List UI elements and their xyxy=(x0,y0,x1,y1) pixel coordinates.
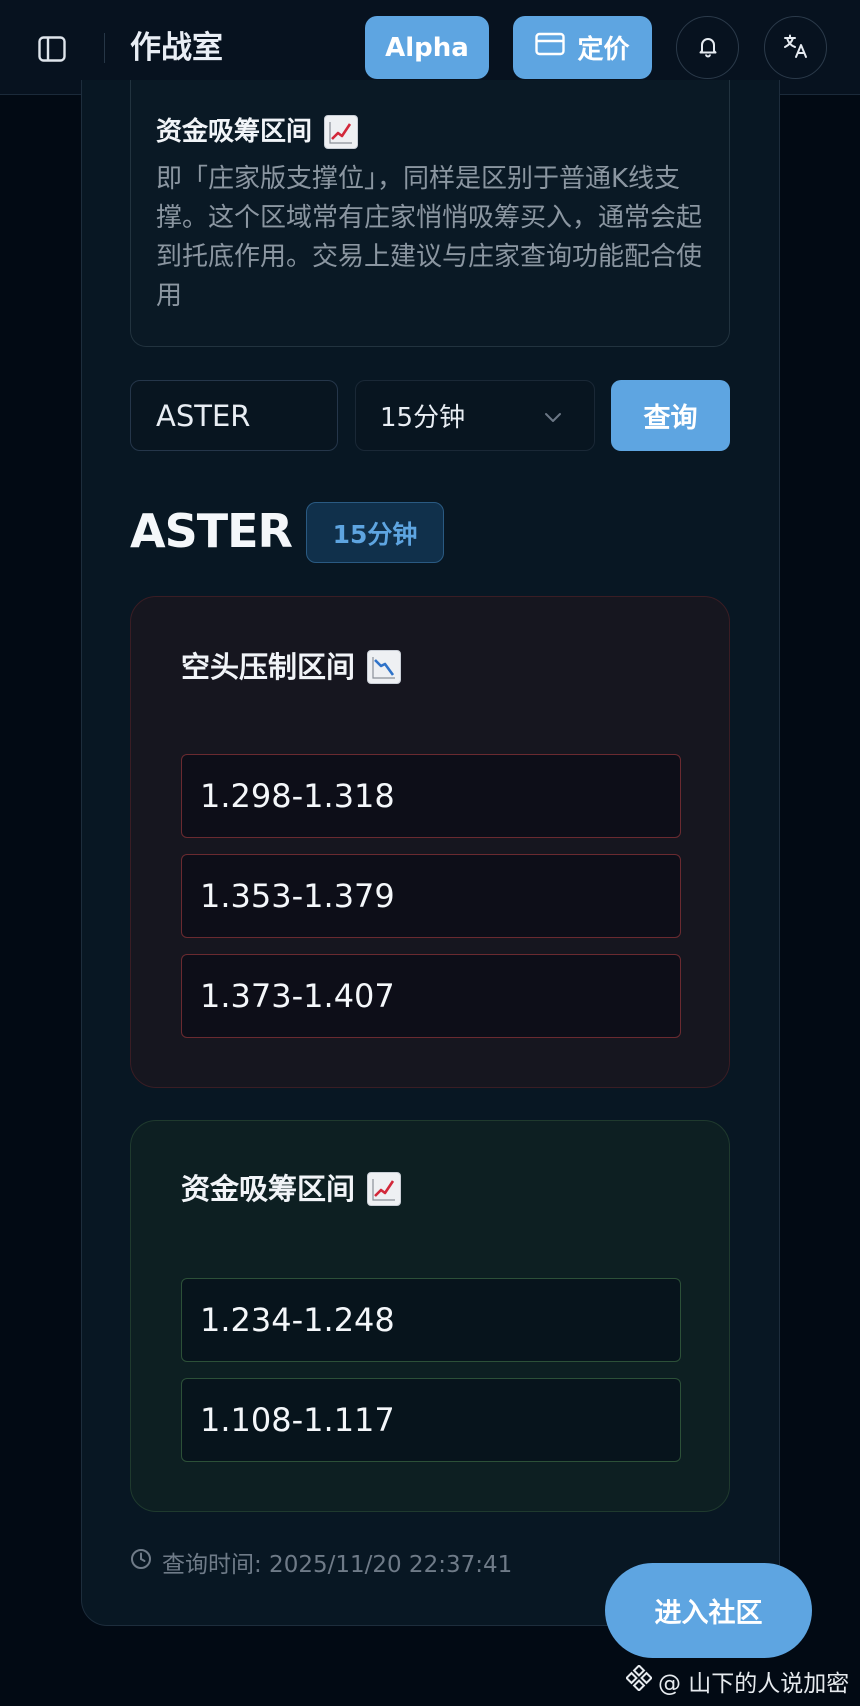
bear-zone-title: 空头压制区间 xyxy=(181,645,402,689)
query-time-text: 查询时间: 2025/11/20 22:37:41 xyxy=(162,1552,513,1578)
bear-range-item: 1.353-1.379 xyxy=(181,854,681,938)
bull-range-item: 1.234-1.248 xyxy=(181,1278,681,1362)
clock-icon xyxy=(130,1548,152,1576)
chart-increasing-icon xyxy=(324,115,359,149)
interval-select[interactable]: 15分钟 xyxy=(355,380,595,451)
watermark-text: @ 山下的人说加密 xyxy=(658,1671,850,1697)
query-button[interactable]: 查询 xyxy=(611,380,730,451)
sidebar-toggle-icon[interactable] xyxy=(32,29,72,69)
interval-badge: 15分钟 xyxy=(306,502,444,563)
credit-card-icon xyxy=(535,32,566,63)
interval-select-value: 15分钟 xyxy=(380,403,466,433)
bull-zone-panel: 资金吸筹区间 1.234-1.248 1.108-1.117 xyxy=(130,1120,730,1512)
info-description: 即「庄家版支撑位」，同样是区别于普通K线支撑。这个区域常有庄家悄悄吸筹买入，通常… xyxy=(156,164,703,311)
watermark: @ 山下的人说加密 xyxy=(625,1664,850,1698)
page-title: 作战室 xyxy=(130,30,223,66)
bear-range-item: 1.298-1.318 xyxy=(181,754,681,838)
binance-logo-icon xyxy=(625,1664,653,1697)
header-divider xyxy=(104,33,105,63)
enter-community-button[interactable]: 进入社区 xyxy=(605,1563,812,1658)
alpha-button-label: Alpha xyxy=(385,32,469,63)
bear-zone-title-text: 空头压制区间 xyxy=(181,650,356,684)
bear-zone-panel: 空头压制区间 1.298-1.318 1.353-1.379 1.373-1.4… xyxy=(130,596,730,1088)
info-title: 资金吸筹区间 xyxy=(156,112,359,152)
alpha-button[interactable]: Alpha xyxy=(365,16,489,79)
pricing-button[interactable]: 定价 xyxy=(513,16,652,79)
symbol-input[interactable] xyxy=(130,380,338,451)
chevron-down-icon xyxy=(542,405,564,435)
query-time: 查询时间: 2025/11/20 22:37:41 xyxy=(130,1545,512,1579)
chart-increasing-icon xyxy=(367,1172,402,1206)
notification-button[interactable] xyxy=(676,16,739,79)
translate-icon xyxy=(783,33,809,63)
pricing-button-label: 定价 xyxy=(577,35,630,65)
bull-zone-title-text: 资金吸筹区间 xyxy=(181,1172,356,1206)
bell-icon xyxy=(696,34,720,62)
chart-decreasing-icon xyxy=(367,650,402,684)
bull-zone-title: 资金吸筹区间 xyxy=(181,1167,402,1211)
info-title-text: 资金吸筹区间 xyxy=(156,117,313,147)
result-symbol: ASTER xyxy=(130,504,293,558)
bull-range-item: 1.108-1.117 xyxy=(181,1378,681,1462)
bear-range-item: 1.373-1.407 xyxy=(181,954,681,1038)
language-button[interactable] xyxy=(764,16,827,79)
